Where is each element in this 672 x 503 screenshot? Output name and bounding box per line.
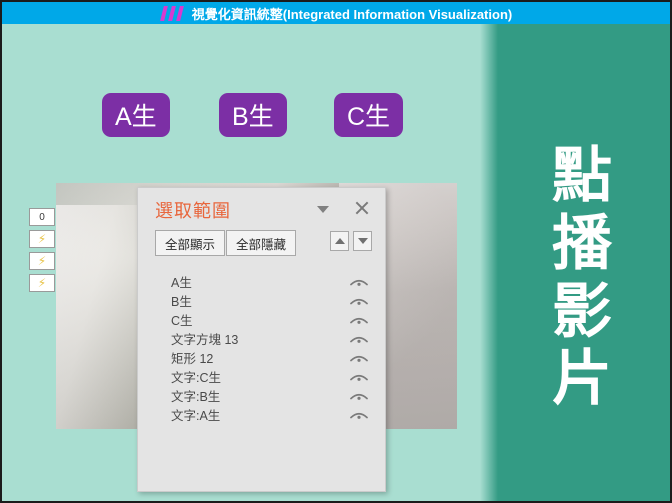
list-item[interactable]: C生: [138, 310, 385, 329]
pill-button-c[interactable]: C生: [334, 93, 404, 137]
selection-pane-title: 選取範圍: [155, 201, 231, 221]
triangle-up-icon: [335, 238, 345, 244]
pill-label: B生: [232, 103, 274, 131]
eye-visible-icon[interactable]: [350, 352, 368, 364]
list-item-label: C生: [171, 314, 193, 328]
pill-label: A生: [115, 103, 157, 131]
eye-visible-icon[interactable]: [350, 314, 368, 326]
list-item-label: 文字:C生: [171, 371, 222, 385]
pill-label: C生: [347, 103, 391, 131]
title-bar: 視覺化資訊統整(Integrated Information Visualiza…: [2, 2, 670, 24]
list-item[interactable]: 矩形 12: [138, 348, 385, 367]
lightning-bolt-icon: ⚡: [37, 254, 47, 268]
pill-button-b[interactable]: B生: [219, 93, 287, 137]
window-title: 視覺化資訊統整(Integrated Information Visualiza…: [191, 6, 513, 22]
selection-pane-list: A生 B生 C生 文字方塊 13 矩形 12 文字:C生 文字:B生 文字:A生: [138, 272, 385, 424]
panel-edge-gradient: [480, 24, 498, 501]
list-item[interactable]: 文字:A生: [138, 405, 385, 424]
selection-pane-header: 選取範圍: [138, 188, 385, 232]
list-item[interactable]: 文字方塊 13: [138, 329, 385, 348]
list-item[interactable]: 文字:B生: [138, 386, 385, 405]
thumbnail-animation-1[interactable]: ⚡: [29, 230, 59, 252]
lightning-bolt-icon: ⚡: [37, 276, 47, 290]
eye-visible-icon[interactable]: [350, 390, 368, 402]
hide-all-label: 全部隱藏: [236, 237, 287, 252]
eye-visible-icon[interactable]: [350, 276, 368, 288]
eye-visible-icon[interactable]: [350, 409, 368, 421]
show-all-label: 全部顯示: [165, 237, 216, 252]
hide-all-button[interactable]: 全部隱藏: [226, 230, 297, 256]
thumbnail-animation-3[interactable]: ⚡: [29, 274, 59, 296]
selection-pane: 選取範圍 全部顯示 全部隱藏 A生 B生 C生 文字方塊 13 矩形 12 文字…: [137, 187, 386, 492]
eye-visible-icon[interactable]: [350, 295, 368, 307]
chevron-down-icon[interactable]: [317, 206, 329, 213]
slide-canvas: 點 播 影 片 A生 B生 C生 0 ⚡ ⚡ ⚡ 選取範圍 全部顯示 全部隱藏 …: [2, 24, 670, 501]
list-item-label: A生: [171, 276, 192, 290]
triangle-down-icon: [358, 238, 368, 244]
list-item[interactable]: B生: [138, 291, 385, 310]
thumbnail-slide-number[interactable]: 0: [29, 208, 55, 226]
list-item-label: 矩形 12: [171, 352, 214, 366]
thumbnail-label: 0: [39, 211, 45, 223]
move-down-button[interactable]: [353, 231, 372, 251]
list-item-label: 文字:A生: [171, 409, 221, 423]
close-icon[interactable]: [354, 200, 370, 216]
thumbnail-animation-2[interactable]: ⚡: [29, 252, 59, 274]
eye-visible-icon[interactable]: [350, 371, 368, 383]
move-up-button[interactable]: [330, 231, 349, 251]
eye-visible-icon[interactable]: [350, 333, 368, 345]
lightning-bolt-icon: ⚡: [37, 232, 47, 246]
list-item-label: B生: [171, 295, 192, 309]
list-item-label: 文字:B生: [171, 390, 221, 404]
app-window: 視覺化資訊統整(Integrated Information Visualiza…: [0, 0, 672, 503]
show-all-button[interactable]: 全部顯示: [155, 230, 226, 256]
selection-pane-toolbar: 全部顯示 全部隱藏: [138, 230, 385, 262]
list-item[interactable]: 文字:C生: [138, 367, 385, 386]
w-logo-icon: [159, 5, 186, 21]
list-item[interactable]: A生: [138, 272, 385, 291]
list-item-label: 文字方塊 13: [171, 333, 239, 347]
vertical-heading: 點 播 影 片: [552, 142, 612, 413]
pill-button-a[interactable]: A生: [102, 93, 170, 137]
